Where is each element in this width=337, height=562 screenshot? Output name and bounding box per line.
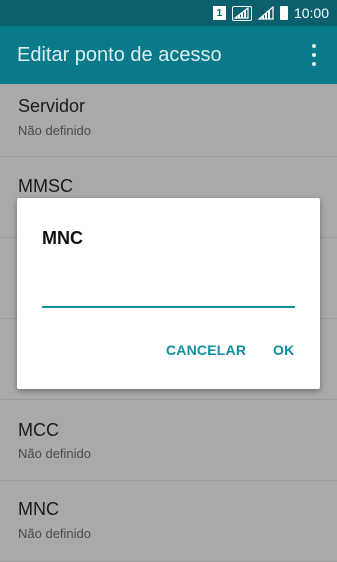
signal-strength-icon [257, 6, 274, 20]
dialog-title: MNC [42, 228, 83, 248]
list-item-name: MCC [18, 420, 59, 440]
page-title: Editar ponto de acesso [17, 44, 222, 66]
toolbar: Editar ponto de acesso [0, 26, 337, 84]
edit-dialog: MNC CANCELAR OK [17, 198, 320, 389]
list-item-name: Servidor [18, 96, 86, 116]
status-bar: 1 10:00 [0, 0, 337, 26]
list-item-value: Não definido [18, 446, 91, 461]
list-item-value: Não definido [18, 123, 91, 138]
sim-card-icon: 1 [212, 6, 226, 20]
mnc-input[interactable] [42, 270, 295, 308]
list-item-mcc[interactable]: MCC Não definido [0, 400, 337, 481]
clock: 10:00 [293, 5, 329, 21]
cancel-button[interactable]: CANCELAR [166, 342, 246, 358]
list-item-servidor[interactable]: Servidor Não definido [0, 84, 337, 157]
status-icons: 1 10:00 [212, 0, 329, 26]
more-vert-icon[interactable] [311, 44, 317, 66]
list-item-name: MMSC [18, 176, 73, 196]
list-item-mnc[interactable]: MNC Não definido [0, 481, 337, 562]
ok-button[interactable]: OK [273, 342, 294, 358]
signal-box-icon [231, 5, 252, 21]
battery-icon [279, 6, 288, 20]
list-item-value: Não definido [18, 526, 91, 541]
list-item-name: MNC [18, 499, 59, 519]
